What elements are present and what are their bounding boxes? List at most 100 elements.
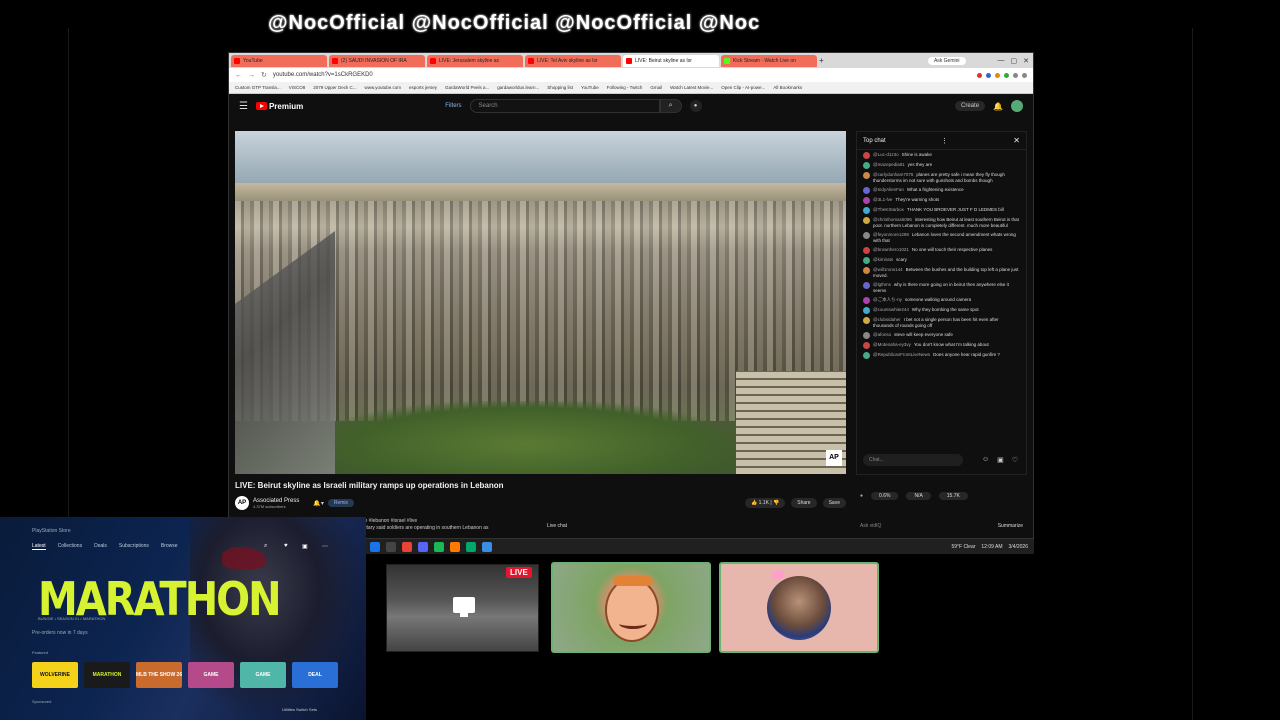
chat-username[interactable]: @clubsidaher — [873, 317, 901, 322]
ps-nav-item[interactable]: Browse — [161, 543, 178, 550]
chat-avatar[interactable] — [863, 352, 870, 359]
game-tile[interactable]: GAME — [240, 662, 286, 688]
ps-nav-item[interactable]: Latest — [32, 543, 46, 550]
chat-username[interactable]: @kimirats — [873, 257, 893, 262]
share-button[interactable]: Share — [791, 498, 817, 508]
search-icon[interactable] — [386, 541, 396, 552]
search-input[interactable]: Search — [469, 99, 660, 113]
chat-avatar[interactable] — [863, 172, 870, 179]
maximize-icon[interactable]: ▢ — [1011, 57, 1018, 65]
channel-avatar[interactable]: AP — [235, 496, 249, 510]
browser-tab[interactable]: LIVE: Tel Aviv skyline as Isr — [525, 54, 621, 67]
bookmark[interactable]: esports jersey — [409, 85, 437, 90]
extension-icon[interactable] — [995, 72, 1000, 78]
search-icon[interactable]: ⌕ — [659, 99, 682, 113]
wishlist-icon[interactable]: ♥ — [284, 543, 288, 549]
weather[interactable]: 59°F Clear — [951, 544, 975, 550]
youtube-logo[interactable]: Premium — [255, 102, 303, 111]
back-icon[interactable]: ← — [235, 72, 242, 79]
chat-avatar[interactable] — [863, 247, 870, 254]
close-icon[interactable]: ✕ — [1023, 57, 1029, 65]
chat-avatar[interactable] — [863, 332, 870, 339]
chat-avatar[interactable] — [863, 162, 870, 169]
game-tile[interactable]: MLB THE SHOW 26 — [136, 662, 182, 688]
game-tile[interactable]: WOLVERINE — [32, 662, 78, 688]
gift-icon[interactable]: ▣ — [997, 456, 1004, 464]
bookmark[interactable]: VISCO8 — [289, 85, 306, 90]
chat-username[interactable]: @lgthms — [873, 282, 891, 287]
chat-avatar[interactable] — [863, 282, 870, 289]
chat-username[interactable]: @TheKStarbox — [873, 207, 904, 212]
browser-tab[interactable]: YouTube — [231, 54, 327, 67]
chat-username[interactable]: @Motenaha-ey3vy — [873, 342, 911, 347]
chat-input[interactable]: Chat... — [863, 454, 963, 466]
bookmark[interactable]: GardaWorld Peels a... — [445, 85, 489, 90]
avatar[interactable] — [1011, 100, 1023, 112]
bookmark[interactable]: Shopping list — [547, 85, 573, 90]
ps-nav-item[interactable]: Subscriptions — [119, 543, 149, 550]
chat-avatar[interactable] — [863, 152, 870, 159]
chat-username[interactable]: @carlydunham7075 — [873, 172, 913, 177]
bell-icon[interactable]: 🔔 — [993, 102, 1003, 111]
chat-username[interactable]: @ご本人ち-ny — [873, 297, 902, 302]
extension-icon[interactable] — [1013, 72, 1018, 78]
chat-avatar[interactable] — [863, 342, 870, 349]
game-tile[interactable]: MARATHON — [84, 662, 130, 688]
new-tab-icon[interactable]: + — [819, 56, 829, 65]
more-options-icon[interactable]: ⋮ — [941, 137, 948, 145]
chat-avatar[interactable] — [863, 257, 870, 264]
extension-icon[interactable] — [1004, 72, 1009, 78]
bookmark[interactable]: All Bookmarks — [773, 85, 802, 90]
browser-tab[interactable]: LIVE: Jerusalem skyline as — [427, 54, 523, 67]
game-tile[interactable]: GAME — [188, 662, 234, 688]
chat-avatar[interactable] — [863, 187, 870, 194]
chat-avatar[interactable] — [863, 197, 870, 204]
app-icon[interactable] — [482, 541, 492, 552]
filters-button[interactable]: Filters — [445, 103, 461, 109]
chat-avatar[interactable] — [863, 207, 870, 214]
ask-gemini-button[interactable]: Ask Gemini — [927, 56, 966, 65]
bookmark[interactable]: 2079 Upper Deck C... — [313, 85, 356, 90]
chat-avatar[interactable] — [863, 307, 870, 314]
forward-icon[interactable]: → — [248, 72, 255, 79]
bookmark[interactable]: Following - Twitch — [607, 85, 643, 90]
game-tile[interactable]: DEAL — [292, 662, 338, 688]
extension-icon[interactable] — [986, 72, 991, 78]
chat-avatar[interactable] — [863, 217, 870, 224]
chat-avatar[interactable] — [863, 232, 870, 239]
chat-username[interactable]: @Luc-d1z3o — [873, 152, 899, 157]
bookmark[interactable]: gardaworldus.learn... — [497, 85, 539, 90]
app-icon[interactable] — [450, 541, 460, 552]
extension-icon[interactable] — [1022, 72, 1027, 78]
bookmark[interactable]: Custom GTP Transla... — [235, 85, 281, 90]
close-chat-icon[interactable]: ✕ — [1013, 136, 1020, 145]
chat-avatar[interactable] — [863, 267, 870, 274]
start-icon[interactable] — [370, 541, 380, 552]
bookmark[interactable]: Gmail — [650, 85, 662, 90]
bookmark[interactable]: Open Clip - AI-powe... — [721, 85, 765, 90]
chat-username[interactable]: @RepublicanFrontLiveNews — [873, 352, 930, 357]
vidiq-icon[interactable]: ● — [860, 493, 863, 499]
extension-icon[interactable] — [977, 72, 982, 78]
emoji-icon[interactable]: ☺ — [982, 456, 989, 464]
spotify-icon[interactable] — [434, 541, 444, 552]
bookmark[interactable]: www.youtube.com — [364, 85, 401, 90]
browser-tab[interactable]: Kick Stream - Watch Live on — [721, 54, 817, 67]
reload-icon[interactable]: ↻ — [261, 71, 267, 79]
notification-bell-icon[interactable]: 🔔▾ — [313, 500, 323, 507]
ps-nav-item[interactable]: Deals — [94, 543, 107, 550]
ask-input[interactable]: Ask vidIQ — [860, 523, 881, 529]
bookmark[interactable]: YouTube — [581, 85, 599, 90]
chat-username[interactable]: @will1rons144 — [873, 267, 903, 272]
summarize-button[interactable]: Summarize — [998, 523, 1023, 529]
more-icon[interactable]: ⋯ — [322, 543, 328, 550]
remix-button[interactable]: Remix — [327, 499, 355, 507]
search-icon[interactable]: ⌕ — [264, 543, 267, 550]
chat-username[interactable]: @christhomas6096 — [873, 217, 912, 222]
chat-username[interactable]: @3L1-lve — [873, 197, 892, 202]
cart-icon[interactable]: ▣ — [302, 543, 308, 550]
chrome-icon[interactable] — [402, 541, 412, 552]
video-player[interactable]: AP — [235, 131, 846, 474]
minimize-icon[interactable]: — — [998, 57, 1005, 64]
chat-mode-select[interactable]: Top chat — [863, 138, 886, 144]
